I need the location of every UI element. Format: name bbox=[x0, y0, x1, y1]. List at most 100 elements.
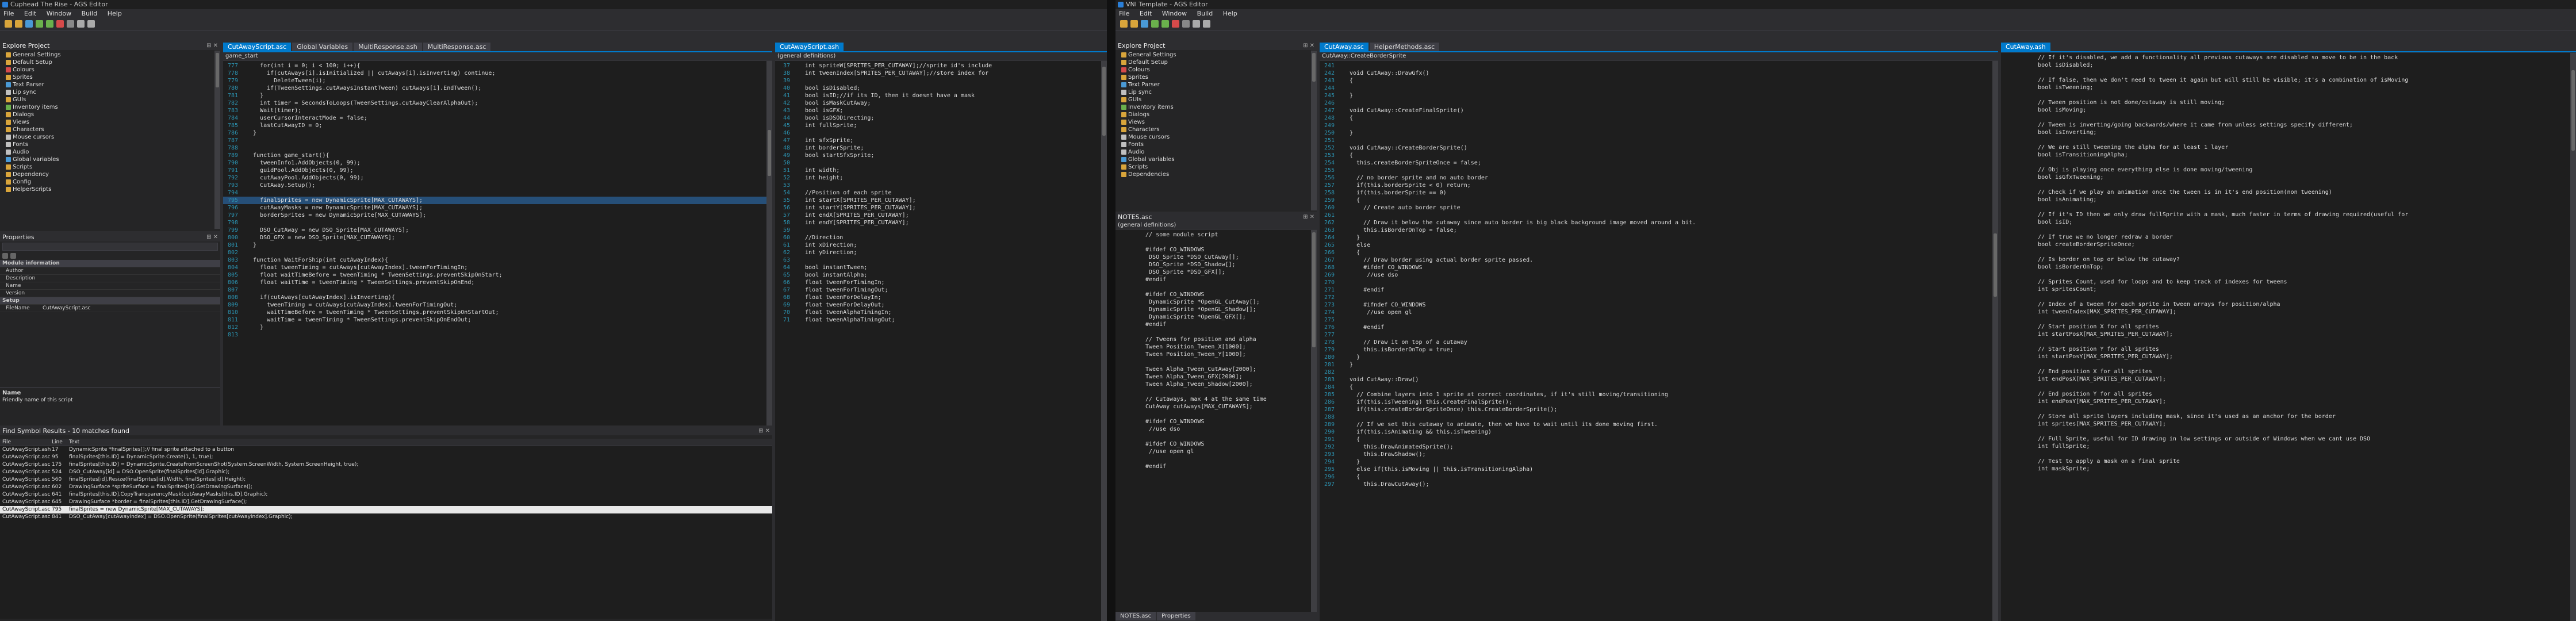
notes-definitions-dropdown[interactable]: (general definitions) bbox=[1116, 221, 1317, 229]
tree-item[interactable]: Colours bbox=[1121, 66, 1317, 74]
tree-item[interactable]: Characters bbox=[1121, 126, 1317, 133]
code-editor-cutaway[interactable]: 241 242 void CutAway::DrawGfx() 243 {244 24… bbox=[1320, 61, 1998, 621]
property-value[interactable] bbox=[40, 290, 220, 297]
tree-item[interactable]: Text Parser bbox=[1121, 81, 1317, 89]
property-value[interactable] bbox=[40, 275, 220, 282]
property-row[interactable]: Module information bbox=[0, 260, 220, 267]
property-value[interactable]: CutAwayScript.asc bbox=[40, 305, 220, 312]
stop-icon[interactable] bbox=[1182, 20, 1190, 28]
menu-file[interactable]: File bbox=[1119, 10, 1129, 17]
result-row[interactable]: CutAwayScript.asc 560 finalSprites[id].Res… bbox=[0, 476, 772, 484]
run-icon[interactable] bbox=[36, 20, 43, 28]
tree-item[interactable]: GUIs bbox=[1121, 96, 1317, 103]
tree-item[interactable]: Global variables bbox=[1121, 156, 1317, 163]
debug-icon[interactable] bbox=[1172, 20, 1179, 28]
alphabetical-icon[interactable] bbox=[10, 253, 16, 259]
definitions-dropdown[interactable]: (general definitions) bbox=[775, 52, 1107, 60]
menu-window[interactable]: Window bbox=[47, 10, 71, 17]
property-row[interactable]: Author bbox=[0, 267, 220, 275]
tree-item[interactable]: Views bbox=[1121, 118, 1317, 126]
property-value[interactable] bbox=[40, 267, 220, 274]
result-row[interactable]: CutAwayScript.asc 95 finalSprites[this.ID]… bbox=[0, 454, 772, 461]
editor-tab[interactable]: HelperMethods.asc bbox=[1369, 43, 1440, 51]
result-row[interactable]: CutAwayScript.ash 17 DynamicSprite *finalS… bbox=[0, 446, 772, 454]
build-icon[interactable] bbox=[46, 20, 53, 28]
menu-help[interactable]: Help bbox=[1223, 10, 1237, 17]
properties-object-dropdown[interactable] bbox=[2, 243, 218, 251]
property-row[interactable]: Description bbox=[0, 275, 220, 282]
tree-item[interactable]: Audio bbox=[6, 148, 220, 156]
pin-icon[interactable]: ⊞ ✕ bbox=[206, 41, 218, 50]
col-file[interactable]: File bbox=[0, 439, 52, 446]
tree-item[interactable]: Inventory items bbox=[6, 103, 220, 111]
col-text[interactable]: Text bbox=[69, 439, 772, 446]
editor-tab[interactable]: CutAway.ash bbox=[2001, 43, 2050, 51]
pin-icon[interactable]: ⊞ ✕ bbox=[1303, 41, 1314, 50]
tree-item[interactable]: Default Setup bbox=[1121, 59, 1317, 66]
debug-icon[interactable] bbox=[56, 20, 64, 28]
function-dropdown[interactable]: game_start bbox=[223, 52, 772, 60]
property-value[interactable] bbox=[218, 260, 220, 267]
tree-item[interactable]: Config bbox=[6, 178, 220, 186]
run-icon[interactable] bbox=[1151, 20, 1159, 28]
editor-tab[interactable]: CutAwayScript.ash bbox=[775, 43, 844, 51]
editor-tab[interactable]: CutAwayScript.asc bbox=[223, 43, 292, 51]
result-row[interactable]: CutAwayScript.asc 524 DSO_CutAway[id] = DS… bbox=[0, 469, 772, 476]
pin-icon[interactable]: ⊞ ✕ bbox=[206, 233, 218, 241]
editor-tab[interactable]: MultiResponse.ash bbox=[354, 43, 422, 51]
result-row[interactable]: CutAwayScript.asc 841 DSO_CutAway[cutAwayI… bbox=[0, 513, 772, 521]
pin-icon[interactable]: ⊞ ✕ bbox=[758, 427, 770, 435]
redo-icon[interactable] bbox=[1203, 20, 1210, 28]
result-row[interactable]: CutAwayScript.asc 641 finalSprites[this.ID… bbox=[0, 491, 772, 499]
property-row[interactable]: Version bbox=[0, 290, 220, 297]
menu-edit[interactable]: Edit bbox=[1140, 10, 1152, 17]
new-project-icon[interactable] bbox=[1120, 20, 1128, 28]
tree-item[interactable]: Dialogs bbox=[1121, 111, 1317, 118]
code-editor-cutawayscript-header[interactable]: 37 int spriteW[SPRITES_PER_CUTAWAY];//sp… bbox=[775, 61, 1107, 621]
editor-tab[interactable]: Global Variables bbox=[292, 43, 353, 51]
property-value[interactable] bbox=[218, 297, 220, 304]
tree-item[interactable]: Inventory items bbox=[1121, 103, 1317, 111]
tree-item[interactable]: General Settings bbox=[1121, 51, 1317, 59]
menu-window[interactable]: Window bbox=[1162, 10, 1187, 17]
tree-item[interactable]: HelperScripts bbox=[6, 186, 220, 193]
result-row[interactable]: CutAwayScript.asc 602 DrawingSurface *spri… bbox=[0, 484, 772, 491]
editor-tab[interactable]: MultiResponse.asc bbox=[423, 43, 491, 51]
code-editor-cutawayscript[interactable]: 777 for(int i = 0; i < 100; i++){778 if(… bbox=[223, 61, 772, 425]
tree-item[interactable]: Global variables bbox=[6, 156, 220, 163]
result-row[interactable]: CutAwayScript.asc 645 DrawingSurface *bord… bbox=[0, 499, 772, 506]
tree-item[interactable]: Lip sync bbox=[1121, 89, 1317, 96]
tree-item[interactable]: Sprites bbox=[1121, 74, 1317, 81]
property-value[interactable] bbox=[40, 282, 220, 289]
tree-item[interactable]: Audio bbox=[1121, 148, 1317, 156]
tree-item[interactable]: Characters bbox=[6, 126, 220, 133]
editor-tab[interactable]: CutAway.asc bbox=[1320, 43, 1368, 51]
tree-item[interactable]: Mouse cursors bbox=[6, 133, 220, 141]
tree-item[interactable]: Text Parser bbox=[6, 81, 220, 89]
tree-item[interactable]: GUIs bbox=[6, 96, 220, 103]
property-row[interactable]: Name bbox=[0, 282, 220, 290]
menu-file[interactable]: File bbox=[3, 10, 14, 17]
open-icon[interactable] bbox=[15, 20, 22, 28]
open-icon[interactable] bbox=[1130, 20, 1138, 28]
menu-build[interactable]: Build bbox=[82, 10, 98, 17]
menu-help[interactable]: Help bbox=[108, 10, 122, 17]
tree-item[interactable]: Dialogs bbox=[6, 111, 220, 118]
tree-item[interactable]: Sprites bbox=[6, 74, 220, 81]
menu-edit[interactable]: Edit bbox=[24, 10, 36, 17]
tree-item[interactable]: Mouse cursors bbox=[1121, 133, 1317, 141]
tree-item[interactable]: Fonts bbox=[1121, 141, 1317, 148]
property-row[interactable]: Setup bbox=[0, 297, 220, 305]
tree-item[interactable]: Scripts bbox=[1121, 163, 1317, 171]
result-row[interactable]: CutAwayScript.asc 175 finalSprites[this.ID… bbox=[0, 461, 772, 469]
tab-properties[interactable]: Properties bbox=[1157, 612, 1195, 620]
tree-item[interactable]: General Settings bbox=[6, 51, 220, 59]
tree-item[interactable]: Dependency bbox=[6, 171, 220, 178]
new-project-icon[interactable] bbox=[5, 20, 12, 28]
build-icon[interactable] bbox=[1162, 20, 1169, 28]
tab-notes[interactable]: NOTES.asc bbox=[1116, 612, 1156, 620]
col-line[interactable]: Line bbox=[52, 439, 69, 446]
menu-build[interactable]: Build bbox=[1197, 10, 1213, 17]
tree-item[interactable]: Views bbox=[6, 118, 220, 126]
tree-item[interactable]: Colours bbox=[6, 66, 220, 74]
